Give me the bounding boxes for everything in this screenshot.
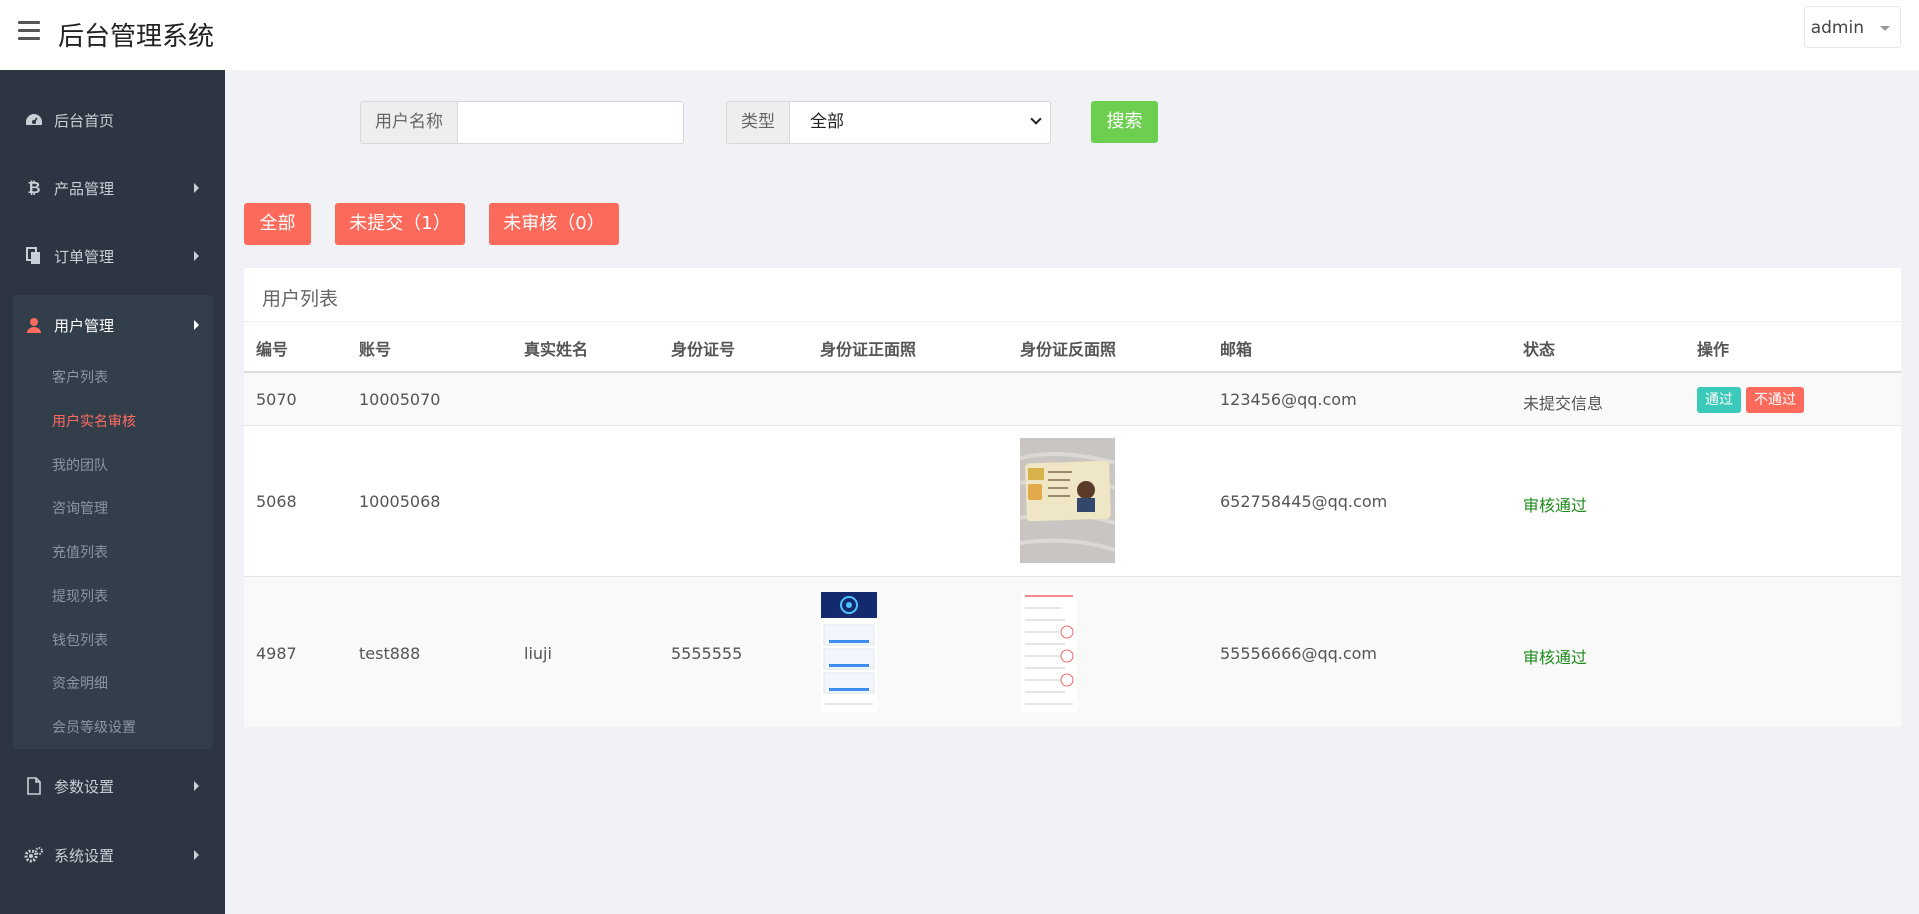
type-select-value: 全部 bbox=[810, 112, 844, 132]
app-title: 后台管理系统 bbox=[58, 22, 215, 52]
submenu-recharge[interactable]: 充值列表 bbox=[52, 542, 108, 562]
user-list-panel: 用户列表 编号 账号 真实姓名 身份证号 身份证正面照 身份证反面照 邮箱 状态… bbox=[244, 268, 1901, 727]
submenu-customers[interactable]: 客户列表 bbox=[52, 367, 108, 387]
sidebar-item-system[interactable]: 系统设置 bbox=[0, 831, 225, 879]
cell-status: 审核通过 bbox=[1523, 648, 1588, 667]
table-row: 4987 test888 liuji 5555555 55556666@qq.c… bbox=[244, 577, 1901, 727]
submenu-funds[interactable]: 资金明细 bbox=[52, 673, 108, 693]
cell-email: 652758445@qq.com bbox=[1220, 492, 1388, 511]
type-filter-group: 类型 全部 bbox=[726, 101, 1051, 144]
chevron-right-icon bbox=[194, 251, 199, 261]
cell-account: 10005068 bbox=[359, 492, 441, 511]
sidebar-item-dashboard[interactable]: 后台首页 bbox=[0, 96, 225, 144]
table-row: 5070 10005070 123456@qq.com 未提交信息 通过 不通过 bbox=[244, 373, 1901, 426]
col-header-id: 编号 bbox=[256, 340, 289, 359]
type-select[interactable]: 全部 bbox=[789, 101, 1051, 144]
col-header-actions: 操作 bbox=[1697, 340, 1730, 359]
submenu-withdraw[interactable]: 提现列表 bbox=[52, 586, 108, 606]
col-header-account: 账号 bbox=[359, 340, 392, 359]
cell-status: 审核通过 bbox=[1523, 496, 1588, 515]
sidebar-item-products[interactable]: ₿ 产品管理 bbox=[0, 164, 225, 212]
col-header-id-back: 身份证反面照 bbox=[1020, 340, 1117, 359]
cell-account: test888 bbox=[359, 644, 421, 663]
chevron-right-icon bbox=[194, 781, 199, 791]
id-back-photo[interactable] bbox=[1020, 438, 1115, 563]
approve-button[interactable]: 通过 bbox=[1697, 387, 1741, 413]
submenu-consult[interactable]: 咨询管理 bbox=[52, 498, 108, 518]
filter-not-submitted-button[interactable]: 未提交（1） bbox=[335, 203, 465, 245]
filter-all-button[interactable]: 全部 bbox=[244, 203, 311, 245]
sidebar-item-label: 订单管理 bbox=[54, 247, 115, 266]
top-header: 后台管理系统 admin bbox=[0, 0, 1919, 70]
panel-divider bbox=[244, 321, 1901, 322]
user-icon bbox=[24, 315, 44, 335]
sidebar-item-orders[interactable]: 订单管理 bbox=[0, 232, 225, 280]
cell-idno: 5555555 bbox=[671, 644, 743, 663]
sidebar-item-label: 用户管理 bbox=[54, 316, 115, 335]
cell-email: 55556666@qq.com bbox=[1220, 644, 1378, 663]
filter-not-reviewed-button[interactable]: 未审核（0） bbox=[489, 203, 619, 245]
sidebar: 后台首页 ₿ 产品管理 订单管理 用户管理 客户列表 用户实名审核 我的团队 咨… bbox=[0, 70, 225, 914]
file-icon bbox=[24, 776, 44, 796]
sidebar-item-params[interactable]: 参数设置 bbox=[0, 762, 225, 810]
username-label: 用户名称 bbox=[360, 101, 457, 144]
sidebar-item-label: 产品管理 bbox=[54, 179, 115, 198]
sidebar-item-label: 后台首页 bbox=[54, 111, 115, 130]
id-back-photo[interactable] bbox=[1021, 592, 1077, 712]
chevron-right-icon bbox=[194, 320, 199, 330]
cell-id: 5068 bbox=[256, 492, 297, 511]
col-header-idno: 身份证号 bbox=[671, 340, 736, 359]
cell-id: 4987 bbox=[256, 644, 297, 663]
col-header-email: 邮箱 bbox=[1220, 340, 1253, 359]
type-label: 类型 bbox=[726, 101, 789, 144]
sidebar-item-label: 参数设置 bbox=[54, 777, 115, 796]
reject-button[interactable]: 不通过 bbox=[1746, 387, 1804, 413]
chevron-right-icon bbox=[194, 850, 199, 860]
col-header-status: 状态 bbox=[1523, 340, 1556, 359]
search-button[interactable]: 搜索 bbox=[1091, 101, 1158, 143]
user-name: admin bbox=[1810, 18, 1864, 38]
username-search-group: 用户名称 bbox=[360, 101, 684, 144]
bitcoin-icon: ₿ bbox=[27, 178, 41, 197]
username-input[interactable] bbox=[457, 101, 684, 144]
cogs-icon bbox=[24, 845, 44, 865]
submenu-my-team[interactable]: 我的团队 bbox=[52, 455, 108, 475]
submenu-wallet[interactable]: 钱包列表 bbox=[52, 630, 108, 650]
cell-id: 5070 bbox=[256, 390, 297, 409]
submenu-realname-review[interactable]: 用户实名审核 bbox=[52, 411, 136, 431]
col-header-id-front: 身份证正面照 bbox=[820, 340, 917, 359]
user-dropdown[interactable]: admin bbox=[1803, 6, 1901, 48]
caret-down-icon bbox=[1880, 26, 1890, 31]
cell-status: 未提交信息 bbox=[1523, 394, 1604, 413]
copy-icon bbox=[24, 246, 44, 266]
cell-realname: liuji bbox=[524, 644, 552, 663]
dashboard-icon bbox=[24, 110, 44, 130]
table-row: 5068 10005068 652758445@qq.com 审核通过 bbox=[244, 426, 1901, 576]
col-header-realname: 真实姓名 bbox=[524, 340, 589, 359]
chevron-down-icon bbox=[1030, 113, 1042, 125]
cell-email: 123456@qq.com bbox=[1220, 390, 1357, 409]
id-front-photo[interactable] bbox=[821, 592, 877, 712]
menu-toggle-icon[interactable] bbox=[18, 21, 40, 41]
cell-account: 10005070 bbox=[359, 390, 441, 409]
panel-title: 用户列表 bbox=[262, 288, 339, 310]
sidebar-item-label: 系统设置 bbox=[54, 846, 115, 865]
chevron-right-icon bbox=[194, 183, 199, 193]
users-submenu: 用户管理 客户列表 用户实名审核 我的团队 咨询管理 充值列表 提现列表 钱包列… bbox=[13, 295, 213, 749]
sidebar-item-users[interactable]: 用户管理 bbox=[0, 301, 225, 349]
submenu-member-level[interactable]: 会员等级设置 bbox=[52, 717, 136, 737]
